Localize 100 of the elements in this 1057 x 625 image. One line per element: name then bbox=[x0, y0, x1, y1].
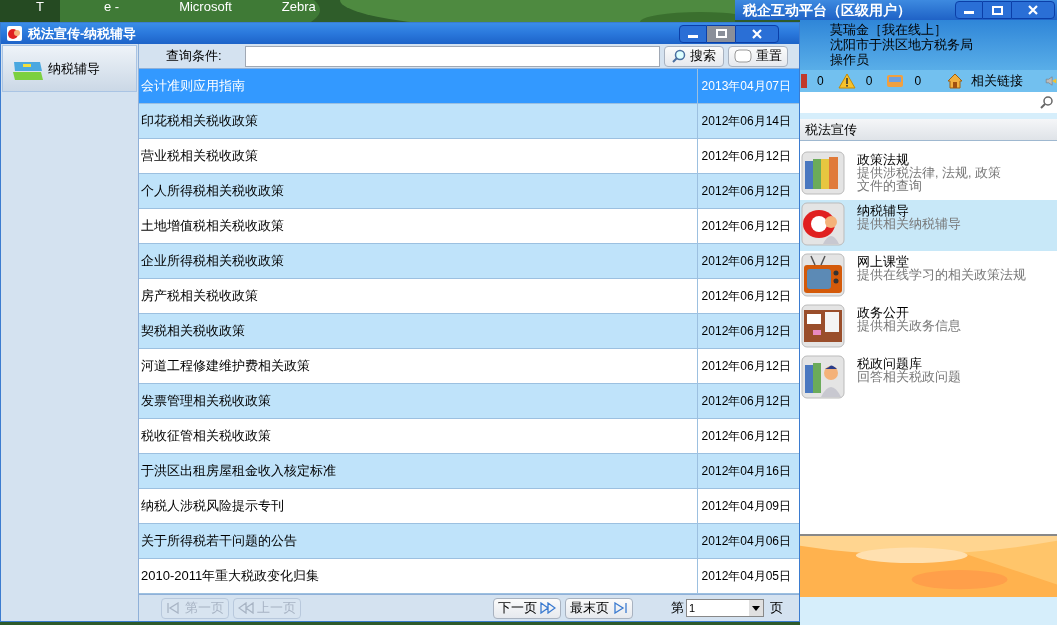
table-row[interactable]: 于洪区出租房屋租金收入核定标准 2012年04月16日 bbox=[139, 454, 799, 489]
counter-value: 0 bbox=[914, 73, 922, 90]
title-cell: 印花税相关税收政策 bbox=[139, 104, 698, 138]
minimize-button[interactable] bbox=[955, 1, 983, 19]
minimize-button[interactable] bbox=[679, 24, 707, 43]
corkboard-icon bbox=[801, 304, 845, 348]
date-cell-text: 2012年06月12日 bbox=[700, 253, 792, 270]
date-cell-text: 2012年04月16日 bbox=[700, 463, 792, 480]
table-row[interactable]: 企业所得税相关税收政策 2012年06月12日 bbox=[139, 244, 799, 279]
speech-bubble-icon bbox=[734, 49, 752, 63]
item-title: 纳税辅导 bbox=[857, 204, 909, 218]
date-cell-text: 2012年06月12日 bbox=[700, 393, 792, 410]
title-cell: 契税相关税收政策 bbox=[139, 314, 698, 348]
date-cell-text: 2012年06月14日 bbox=[700, 113, 792, 130]
date-cell-text: 2012年06月12日 bbox=[700, 218, 792, 235]
item-description: 提供在线学习的相关政策法规 bbox=[857, 269, 1027, 282]
related-links-link[interactable]: 相关链接 bbox=[971, 71, 1024, 91]
table-row[interactable]: 土地增值税相关税收政策 2012年06月12日 bbox=[139, 209, 799, 244]
desktop-icon-label[interactable]: Microsoft bbox=[179, 0, 232, 13]
maximize-button[interactable] bbox=[707, 24, 735, 43]
table-row[interactable]: 关于所得税若干问题的公告 2012年04月06日 bbox=[139, 524, 799, 559]
close-icon bbox=[752, 28, 762, 39]
table-row[interactable]: 发票管理相关税收政策 2012年06月12日 bbox=[139, 384, 799, 419]
title-cell: 关于所得税若干问题的公告 bbox=[139, 524, 698, 558]
binders-icon bbox=[801, 151, 845, 195]
telephone-icon bbox=[7, 26, 22, 41]
item-title: 税政问题库 bbox=[857, 357, 922, 371]
title-cell: 房产税相关税收政策 bbox=[139, 279, 698, 313]
search-icon bbox=[672, 49, 686, 63]
pager-button[interactable]: 下一页 bbox=[493, 597, 561, 619]
page-suffix: 页 bbox=[770, 599, 783, 618]
desktop-icon-label[interactable]: e - bbox=[103, 0, 120, 13]
reset-button[interactable]: 重置 bbox=[728, 45, 788, 67]
television-icon bbox=[801, 253, 845, 297]
item-title: 网上课堂 bbox=[857, 255, 909, 269]
section-header: 税法宣传 bbox=[800, 119, 1057, 141]
date-cell-text: 2012年04月09日 bbox=[700, 498, 792, 515]
binders-person-icon bbox=[801, 355, 845, 399]
date-cell-text: 2012年06月12日 bbox=[700, 358, 792, 375]
telephone-person-icon bbox=[801, 202, 845, 246]
nav-button[interactable]: 纳税辅导 bbox=[2, 45, 137, 92]
title-cell: 发票管理相关税收政策 bbox=[139, 384, 698, 418]
user-role: 操作员 bbox=[830, 52, 870, 67]
title-cell: 河道工程修建维护费相关政策 bbox=[139, 349, 698, 383]
close-icon bbox=[1028, 5, 1038, 15]
warning-icon[interactable] bbox=[837, 73, 856, 89]
date-cell-text: 2012年06月12日 bbox=[700, 428, 792, 445]
house-icon[interactable] bbox=[947, 73, 964, 89]
search-field[interactable] bbox=[800, 92, 1057, 113]
title-cell: 2010-2011年重大税政变化归集 bbox=[139, 559, 698, 593]
search-field[interactable] bbox=[245, 45, 660, 67]
counter-value: 0 bbox=[817, 73, 824, 90]
item-description: 回答相关税政问题 bbox=[857, 371, 962, 384]
item-title: 政务公开 bbox=[857, 306, 909, 320]
close-button[interactable] bbox=[735, 24, 779, 43]
table-row[interactable]: 房产税相关税收政策 2012年06月12日 bbox=[139, 279, 799, 314]
table-row[interactable]: 河道工程修建维护费相关政策 2012年06月12日 bbox=[139, 349, 799, 384]
search-label: 查询条件: bbox=[166, 47, 223, 66]
window-title: 税企互动平台（区级用户） bbox=[743, 0, 911, 20]
nav-item[interactable]: 纳税辅导 提供相关纳税辅导 bbox=[800, 200, 1057, 251]
date-cell-text: 2012年06月12日 bbox=[700, 148, 792, 165]
title-cell: 营业税相关税收政策 bbox=[139, 139, 698, 173]
item-description: 提供相关纳税辅导 bbox=[857, 218, 962, 231]
title-cell: 纳税人涉税风险提示专刊 bbox=[139, 489, 698, 523]
date-cell-text: 2012年06月12日 bbox=[700, 183, 792, 200]
skip-forward-icon bbox=[612, 602, 628, 614]
calendar-icon[interactable] bbox=[801, 73, 807, 89]
desktop-icon-label[interactable]: T bbox=[36, 0, 44, 13]
table-row[interactable]: 契税相关税收政策 2012年06月12日 bbox=[139, 314, 799, 349]
user-organization: 沈阳市于洪区地方税务局 bbox=[830, 37, 974, 52]
title-cell: 于洪区出租房屋租金收入核定标准 bbox=[139, 454, 698, 488]
counter-value: 0 bbox=[865, 73, 873, 90]
date-cell-text: 2012年04月06日 bbox=[700, 533, 792, 550]
item-title: 政策法规 bbox=[857, 153, 909, 167]
maximize-button[interactable] bbox=[983, 1, 1011, 19]
title-cell: 税收征管相关税收政策 bbox=[139, 419, 698, 453]
table-row[interactable]: 2010-2011年重大税政变化归集 2012年04月05日 bbox=[139, 559, 799, 594]
search-icon[interactable] bbox=[1040, 96, 1053, 109]
rewind-icon bbox=[238, 602, 254, 614]
table-row[interactable]: 个人所得税相关税收政策 2012年06月12日 bbox=[139, 174, 799, 209]
search-button[interactable]: 搜索 bbox=[664, 45, 724, 67]
table-row[interactable]: 纳税人涉税风险提示专刊 2012年04月09日 bbox=[139, 489, 799, 524]
title-cell: 企业所得税相关税收政策 bbox=[139, 244, 698, 278]
table-row[interactable]: 营业税相关税收政策 2012年06月12日 bbox=[139, 139, 799, 174]
close-button[interactable] bbox=[1011, 1, 1055, 19]
user-name: 莫瑞金［我在线上］ bbox=[830, 22, 948, 37]
date-cell-text: 2012年04月05日 bbox=[700, 568, 792, 585]
title-cell: 个人所得税相关税收政策 bbox=[139, 174, 698, 208]
item-description: 提供涉税法律, 法规, 政策文件的查询 bbox=[857, 167, 1002, 193]
date-cell-text: 2012年06月12日 bbox=[700, 323, 792, 340]
date-cell-text: 2013年04月07日 bbox=[700, 78, 792, 95]
table-row[interactable]: 税收征管相关税收政策 2012年06月12日 bbox=[139, 419, 799, 454]
pager-button[interactable]: 最末页 bbox=[565, 597, 633, 619]
date-cell-text: 2012年06月12日 bbox=[700, 288, 792, 305]
desktop-icon-label[interactable]: Zebra bbox=[281, 0, 316, 13]
window-title: 税法宣传-纳税辅导 bbox=[28, 24, 137, 43]
table-row[interactable]: 印花税相关税收政策 2012年06月14日 bbox=[139, 104, 799, 139]
page-select[interactable]: 1 bbox=[686, 599, 764, 617]
skip-back-icon bbox=[166, 602, 182, 614]
title-cell: 会计准则应用指南 bbox=[139, 69, 698, 103]
